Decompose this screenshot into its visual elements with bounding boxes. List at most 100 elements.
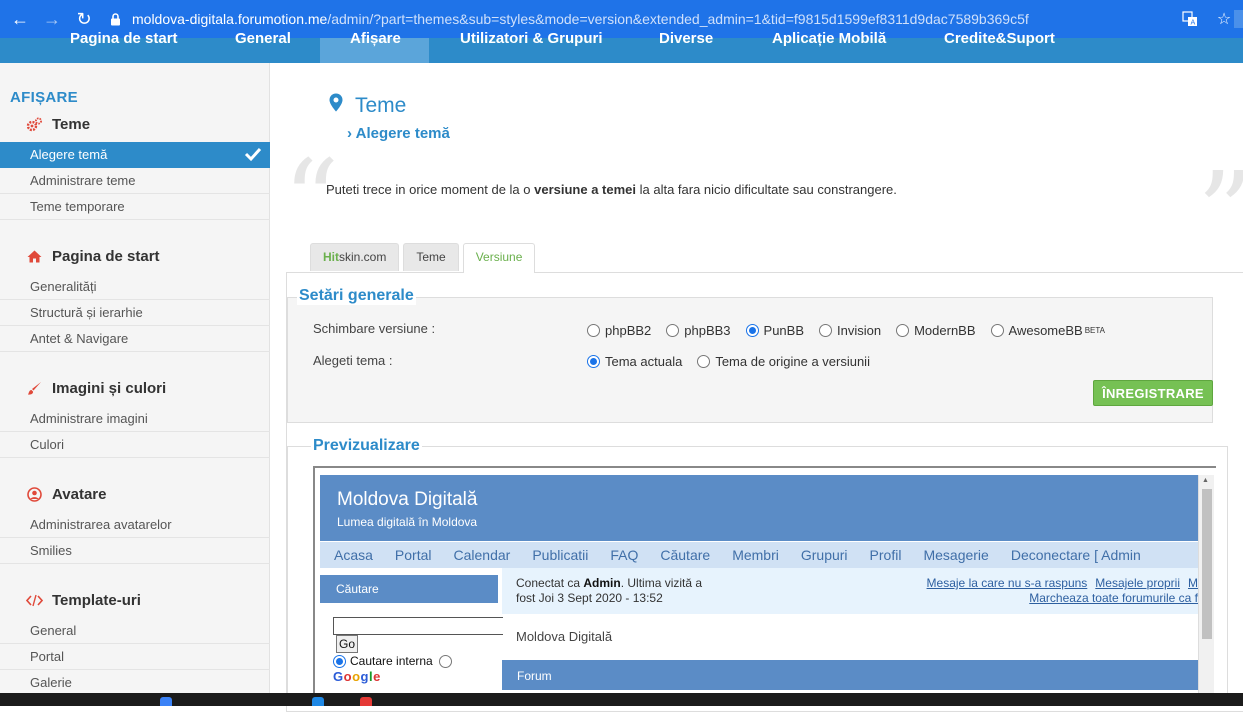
sidebar-item-portal[interactable]: Portal: [0, 644, 270, 670]
version-option-phpbb2[interactable]: phpBB2: [587, 323, 651, 338]
save-button[interactable]: ÎNREGISTRARE: [1093, 380, 1213, 406]
sidebar-item-generalitati[interactable]: Generalități: [0, 274, 270, 300]
sidebar-item-administrare-teme[interactable]: Administrare teme: [0, 168, 270, 194]
preview-nav-portal[interactable]: Portal: [395, 547, 432, 563]
preview-search-heading: Căutare: [320, 575, 498, 603]
scrollbar-thumb[interactable]: [1202, 489, 1212, 639]
taskbar-app-icon[interactable]: [312, 697, 324, 706]
preview-nav-membri[interactable]: Membri: [732, 547, 779, 563]
sidebar-item-general[interactable]: General: [0, 618, 270, 644]
preview-welcome-bar: Conectat ca Admin. Ultima vizită a fost …: [502, 568, 1198, 614]
radio-button[interactable]: [697, 355, 711, 368]
sidebar-section-template-uri: Template-uri: [26, 592, 141, 609]
version-option-invision[interactable]: Invision: [819, 323, 881, 338]
preview-breadcrumb[interactable]: Moldova Digitală: [516, 629, 612, 644]
sidebar-item-administrare-imagini[interactable]: Administrare imagini: [0, 406, 270, 432]
sidebar-item-alegere-tema[interactable]: Alegere temă: [0, 142, 270, 168]
nav-credite-suport[interactable]: Credite&Suport: [944, 30, 1055, 47]
extension-icon[interactable]: [1234, 10, 1243, 28]
radio-button-selected[interactable]: [745, 324, 759, 337]
preview-nav-profil[interactable]: Profil: [870, 547, 902, 563]
preview-search-input[interactable]: [333, 617, 503, 635]
tab-versiune[interactable]: Versiune: [462, 243, 536, 273]
sidebar-item-culori[interactable]: Culori: [0, 432, 270, 458]
scroll-up-icon[interactable]: ▲: [1202, 477, 1209, 484]
theme-option-actuala[interactable]: Tema actuala: [587, 354, 682, 369]
theme-option-origine[interactable]: Tema de origine a versiunii: [697, 354, 870, 369]
main-content: Teme › Alegere temă “ ” Puteti trece in …: [271, 63, 1243, 712]
preview-search-box: Go Cautare interna Google: [320, 603, 503, 706]
version-option-modernbb[interactable]: ModernBB: [896, 323, 976, 338]
radio-label: phpBB2: [605, 323, 652, 338]
version-option-punbb[interactable]: PunBB: [745, 323, 804, 338]
preview-scrollbar[interactable]: ▲: [1198, 475, 1214, 705]
sidebar-section-title: Teme: [52, 116, 91, 133]
preview-site-title: Moldova Digitală: [337, 489, 478, 510]
page-title-text: Teme: [355, 93, 407, 117]
radio-label: phpBB3: [684, 323, 731, 338]
translate-icon[interactable]: A: [1179, 8, 1201, 30]
back-arrow-icon[interactable]: ←: [6, 5, 34, 33]
radio-button-selected[interactable]: [333, 654, 346, 668]
taskbar-app-icon[interactable]: [160, 697, 172, 706]
version-option-awesomebb[interactable]: AwesomeBB BETA: [990, 323, 1105, 338]
radio-button-selected[interactable]: [587, 355, 600, 368]
radio-button[interactable]: [990, 324, 1004, 337]
intro-text: Puteti trece in orice moment de la o ver…: [326, 182, 897, 197]
preview-frame[interactable]: Moldova Digitală Lumea digitală în Moldo…: [313, 466, 1216, 706]
preview-forum-heading: Forum: [502, 660, 1198, 690]
sidebar-item-teme-temporare[interactable]: Teme temporare: [0, 194, 270, 220]
sidebar-item-smilies[interactable]: Smilies: [0, 538, 270, 564]
os-taskbar: [0, 693, 1243, 706]
sidebar-section-title: Pagina de start: [52, 248, 160, 265]
radio-label: Tema de origine a versiunii: [715, 354, 870, 369]
preview-site-header: Moldova Digitală Lumea digitală în Moldo…: [320, 475, 1198, 541]
preview-nav-mesagerie[interactable]: Mesagerie: [923, 547, 988, 563]
nav-pagina-de-start[interactable]: Pagina de start: [70, 30, 178, 47]
sidebar-item-antet-navigare[interactable]: Antet & Navigare: [0, 326, 270, 352]
preview-nav-faq[interactable]: FAQ: [610, 547, 638, 563]
theme-label: Alegeti tema :: [313, 353, 393, 368]
radio-button[interactable]: [896, 324, 910, 337]
link-own-posts[interactable]: Mesajele proprii: [1095, 576, 1180, 590]
link-mark-read[interactable]: Marcheaza toate forumurile ca f: [1029, 591, 1198, 605]
chevron-right-icon: ›: [347, 125, 352, 142]
url-text: moldova-digitala.forumotion.me/admin/?pa…: [132, 11, 1029, 27]
preview-nav-publicatii[interactable]: Publicatii: [532, 547, 588, 563]
radio-button[interactable]: [666, 324, 680, 337]
version-option-phpbb3[interactable]: phpBB3: [666, 323, 731, 338]
connected-user: Admin: [583, 576, 621, 590]
address-bar[interactable]: moldova-digitala.forumotion.me/admin/?pa…: [108, 5, 1228, 33]
forward-arrow-icon[interactable]: →: [38, 5, 66, 33]
preview-nav-acasa[interactable]: Acasa: [334, 547, 373, 563]
tab-hitskin-suffix: skin.com: [339, 250, 387, 264]
taskbar-app-icon[interactable]: [360, 697, 372, 706]
sidebar-section-title: Avatare: [52, 486, 107, 503]
preview-nav-cautare[interactable]: Căutare: [660, 547, 710, 563]
code-icon: [26, 592, 43, 609]
star-icon[interactable]: ☆: [1213, 8, 1235, 30]
sidebar-item-structura[interactable]: Structură și ierarhie: [0, 300, 270, 326]
page-subtitle-text: Alegere temă: [355, 125, 450, 142]
tab-hitskin[interactable]: Hitskin.com: [310, 243, 400, 271]
nav-diverse[interactable]: Diverse: [659, 30, 713, 47]
radio-button[interactable]: [819, 324, 833, 337]
radio-button[interactable]: [587, 324, 600, 337]
link-more[interactable]: M: [1188, 576, 1198, 590]
sidebar-item-administrarea-avatarelor[interactable]: Administrarea avatarelor: [0, 512, 270, 538]
nav-general[interactable]: General: [235, 30, 291, 47]
nav-aplicatie-mobila[interactable]: Aplicație Mobilă: [772, 30, 886, 47]
admin-top-nav: Pagina de start General Afișare Utilizat…: [0, 30, 1243, 63]
radio-button[interactable]: [438, 654, 452, 668]
preview-nav-deconectare[interactable]: Deconectare [ Admin: [1011, 547, 1141, 563]
nav-utilizatori[interactable]: Utilizatori & Grupuri: [460, 30, 603, 47]
preview-nav-calendar[interactable]: Calendar: [454, 547, 511, 563]
preview-nav-grupuri[interactable]: Grupuri: [801, 547, 848, 563]
reload-icon[interactable]: ↻: [70, 5, 98, 33]
tab-teme[interactable]: Teme: [403, 243, 459, 271]
preview-go-button[interactable]: Go: [336, 635, 358, 653]
google-letter: G: [333, 669, 344, 684]
nav-afisare[interactable]: Afișare: [350, 30, 401, 47]
link-unanswered[interactable]: Mesaje la care nu s-a raspuns: [927, 576, 1088, 590]
intro-text-start: Puteti trece in orice moment de la o: [326, 182, 535, 197]
